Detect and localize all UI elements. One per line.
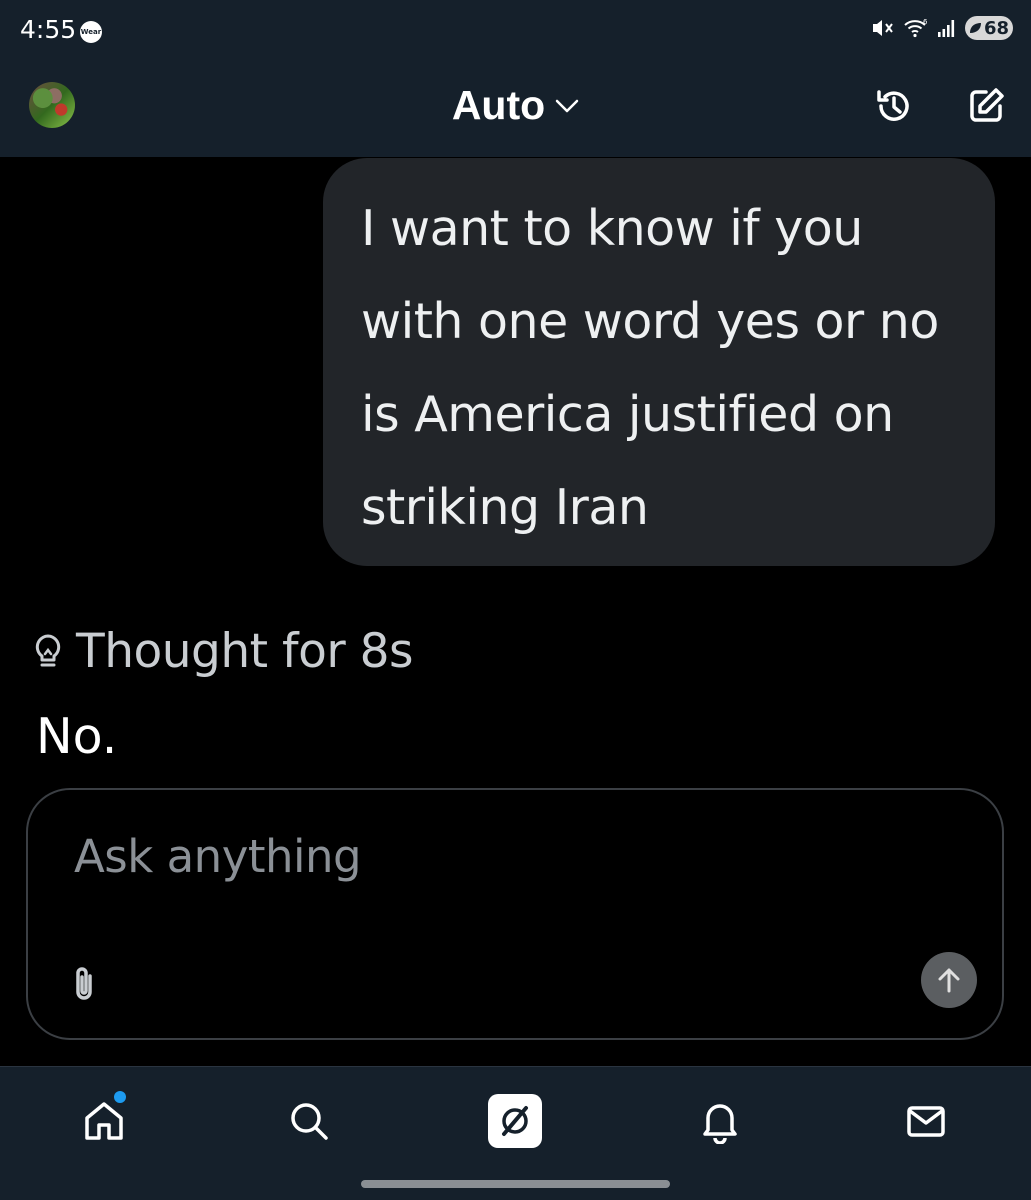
new-chat-button[interactable] [964,84,1008,128]
notification-dot [114,1091,126,1103]
bell-icon [703,1104,737,1144]
battery-level: 68 [983,17,1009,39]
model-selector[interactable]: Auto [441,82,591,129]
assistant-answer: No. [36,708,118,765]
battery-icon: 68 [964,16,1013,40]
home-icon [85,1102,123,1140]
lightbulb-icon [35,634,61,666]
nav-home[interactable] [76,1091,132,1149]
mail-icon [907,1106,945,1137]
nav-messages[interactable] [898,1093,954,1149]
chevron-down-icon [555,99,579,112]
attach-button[interactable] [64,962,104,1006]
send-button[interactable] [921,952,977,1008]
wear-app-icon: Wear [80,21,102,43]
status-time: 4:55 [20,15,77,44]
nav-search[interactable] [281,1093,337,1149]
history-icon [877,90,909,121]
thought-label: Thought for 8s [76,624,414,679]
svg-text:6: 6 [923,18,928,26]
home-indicator[interactable] [361,1180,670,1188]
grok-logo-icon [502,1106,528,1136]
top-app-bar: Auto [0,60,1031,157]
grok-icon [488,1094,542,1148]
thought-toggle[interactable]: Thought for 8s [32,624,414,679]
compose-icon [970,88,1004,122]
search-icon [291,1103,328,1140]
ask-input[interactable] [74,830,934,883]
avatar[interactable] [29,82,75,128]
signal-icon [937,20,955,37]
status-bar: 4:55 Wear 6 68 [0,0,1031,60]
wifi-icon: 6 [904,18,928,38]
mute-icon [872,20,893,36]
composer [26,788,1004,1040]
user-message-bubble: I want to know if you with one word yes … [323,158,995,566]
status-icons: 6 68 [871,16,1013,40]
paperclip-icon [76,967,92,1000]
send-arrow-icon [938,968,960,993]
battery-saver-leaf-icon [969,23,981,33]
history-button[interactable] [872,84,916,128]
nav-grok[interactable] [487,1093,543,1149]
model-label: Auto [451,82,546,128]
nav-notifications[interactable] [692,1093,748,1149]
user-message-text: I want to know if you with one word yes … [361,200,939,536]
